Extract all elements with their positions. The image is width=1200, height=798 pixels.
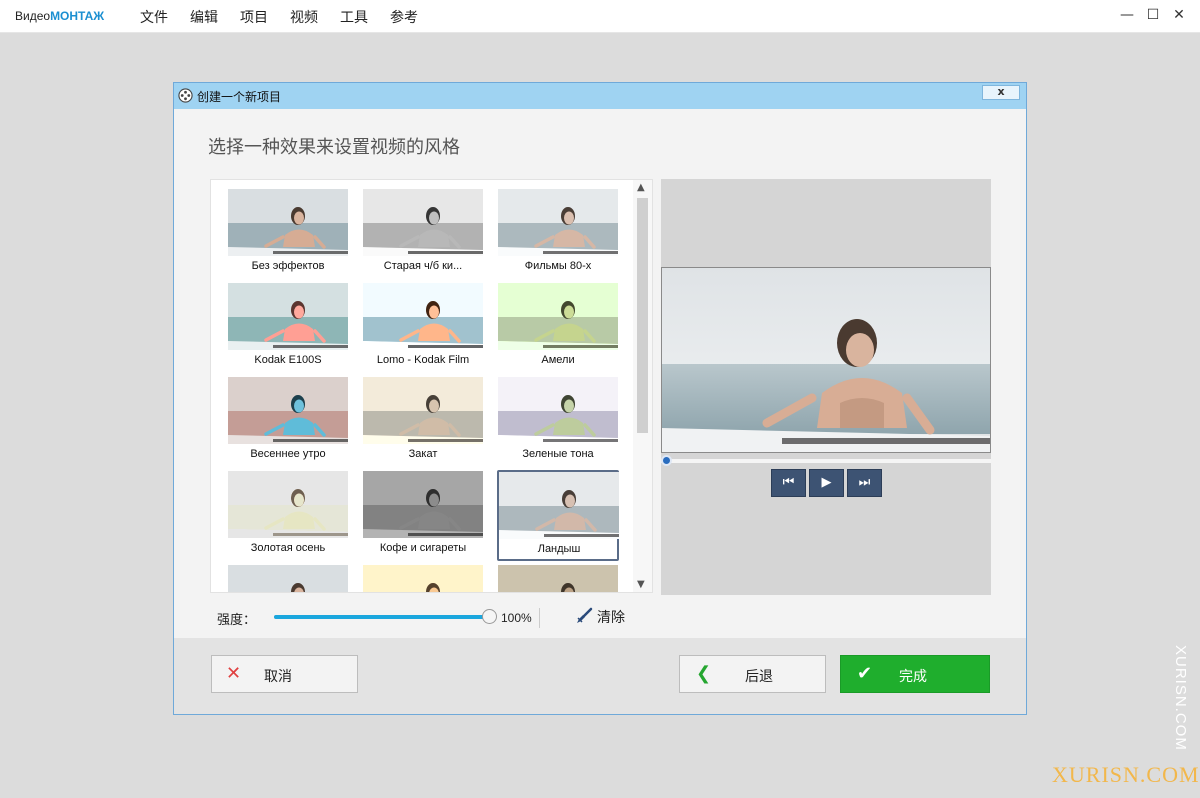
effect-label: Весеннее утро bbox=[250, 448, 326, 460]
watermark-horizontal: XURISN.COM bbox=[1052, 762, 1200, 787]
effect-tile[interactable]: Золотая осень bbox=[227, 470, 349, 561]
scroll-down-icon[interactable]: ▼ bbox=[637, 579, 645, 590]
seek-bar[interactable] bbox=[661, 459, 991, 463]
effect-tile[interactable]: Весеннее утро bbox=[227, 376, 349, 467]
menu-tools[interactable]: 工具 bbox=[340, 7, 368, 27]
effect-thumbnail bbox=[228, 565, 348, 592]
dialog-footer: ✕ 取消 ❮ 后退 ✔ 完成 bbox=[174, 638, 1026, 714]
effect-label: Kodak E100S bbox=[254, 354, 322, 366]
effect-label: Lomo - Kodak Film bbox=[376, 354, 470, 366]
effect-thumbnail bbox=[363, 377, 483, 444]
divider bbox=[539, 608, 540, 628]
menu-video[interactable]: 视频 bbox=[290, 7, 318, 27]
effect-thumbnail bbox=[498, 377, 618, 444]
effect-thumbnail bbox=[228, 189, 348, 256]
effect-label: Старая ч/б ки... bbox=[383, 260, 463, 272]
app-titlebar: ВидеоМОНТАЖ 文件 编辑 项目 视频 工具 参考 — ☐ ✕ bbox=[0, 0, 1200, 33]
page-title: 选择一种效果来设置视频的风格 bbox=[208, 137, 460, 158]
maximize-icon[interactable]: ☐ bbox=[1146, 8, 1160, 22]
effect-thumbnail bbox=[363, 283, 483, 350]
chevron-left-icon: ❮ bbox=[696, 663, 712, 684]
clear-button[interactable]: 清除 bbox=[575, 607, 625, 629]
effects-scrollbar[interactable]: ▲ ▼ bbox=[633, 180, 652, 592]
new-project-dialog: 创建一个新项目 x 选择一种效果来设置视频的风格 Без эффектов Ст… bbox=[173, 82, 1027, 715]
menu-edit[interactable]: 编辑 bbox=[190, 7, 218, 27]
dialog-title: 创建一个新项目 bbox=[197, 90, 282, 104]
effect-label: Зеленые тона bbox=[522, 448, 594, 460]
effect-tile[interactable]: Закат bbox=[362, 376, 484, 467]
strength-value: 100% bbox=[501, 611, 532, 625]
effect-tile[interactable]: Фильмы 80-х bbox=[497, 188, 619, 279]
effect-label: Золотая осень bbox=[250, 542, 326, 554]
effect-thumbnail bbox=[363, 189, 483, 256]
minimize-icon[interactable]: — bbox=[1120, 8, 1134, 22]
checkmark-icon: ✔ bbox=[857, 663, 873, 684]
effect-tile[interactable]: Амели bbox=[497, 282, 619, 373]
effect-label: Амели bbox=[541, 354, 575, 366]
seek-knob[interactable] bbox=[661, 455, 672, 466]
strength-slider-knob[interactable] bbox=[482, 609, 497, 624]
effect-tile[interactable]: Старая ч/б ки... bbox=[362, 188, 484, 279]
effect-thumbnail bbox=[228, 471, 348, 538]
effect-thumbnail bbox=[498, 565, 618, 592]
brush-icon bbox=[577, 607, 593, 623]
app-logo: ВидеоМОНТАЖ bbox=[15, 9, 104, 23]
effect-thumbnail bbox=[498, 283, 618, 350]
close-x-icon: ✕ bbox=[226, 663, 242, 684]
menu-file[interactable]: 文件 bbox=[140, 7, 168, 27]
next-icon[interactable]: ⏭ bbox=[847, 469, 882, 497]
close-icon[interactable]: ✕ bbox=[1172, 8, 1186, 22]
strength-fill bbox=[274, 615, 490, 619]
strength-label: 强度： bbox=[217, 613, 257, 628]
scroll-up-icon[interactable]: ▲ bbox=[637, 182, 645, 193]
cancel-button[interactable]: ✕ 取消 bbox=[211, 655, 358, 693]
effect-thumbnail bbox=[363, 565, 483, 592]
effect-tile[interactable]: Без эффектов bbox=[227, 188, 349, 279]
effect-thumbnail bbox=[228, 283, 348, 350]
finish-label: 完成 bbox=[899, 669, 927, 685]
effect-tile[interactable] bbox=[362, 564, 484, 592]
clear-label: 清除 bbox=[597, 610, 625, 626]
effect-tile[interactable]: Зеленые тона bbox=[497, 376, 619, 467]
logo-accent: МОНТАЖ bbox=[50, 9, 105, 23]
menu-project[interactable]: 项目 bbox=[240, 7, 268, 27]
back-button[interactable]: ❮ 后退 bbox=[679, 655, 826, 693]
effect-thumbnail bbox=[228, 377, 348, 444]
strength-slider[interactable] bbox=[274, 609, 497, 624]
effect-tile[interactable] bbox=[497, 564, 619, 592]
effect-tile[interactable] bbox=[227, 564, 349, 592]
effect-label: Фильмы 80-х bbox=[524, 260, 592, 272]
previous-icon[interactable]: ⏮ bbox=[771, 469, 806, 497]
play-icon[interactable]: ▶ bbox=[809, 469, 844, 497]
dialog-close-button[interactable]: x bbox=[982, 85, 1020, 100]
effect-thumbnail bbox=[499, 472, 619, 539]
effect-label: Кофе и сигареты bbox=[379, 542, 467, 554]
effect-tile[interactable]: Lomo - Kodak Film bbox=[362, 282, 484, 373]
effect-label: Ландыш bbox=[537, 543, 581, 555]
effect-tile[interactable]: Kodak E100S bbox=[227, 282, 349, 373]
effect-thumbnail bbox=[363, 471, 483, 538]
video-preview[interactable] bbox=[661, 267, 991, 453]
menu-reference[interactable]: 参考 bbox=[390, 7, 418, 27]
effect-tile[interactable]: Ландыш bbox=[497, 470, 619, 561]
back-label: 后退 bbox=[745, 669, 773, 685]
dialog-titlebar: 创建一个新项目 x bbox=[174, 83, 1026, 109]
effect-label: Без эффектов bbox=[251, 260, 325, 272]
preview-panel: ⏮ ▶ ⏭ bbox=[661, 179, 991, 595]
finish-button[interactable]: ✔ 完成 bbox=[840, 655, 990, 693]
watermark-vertical: XURISN.COM bbox=[1172, 645, 1189, 751]
effect-label: Закат bbox=[408, 448, 438, 460]
logo-prefix: Видео bbox=[15, 9, 51, 23]
effects-grid: Без эффектов Старая ч/б ки... Фильмы 80-… bbox=[210, 179, 653, 593]
film-reel-icon bbox=[178, 88, 193, 103]
effect-tile[interactable]: Кофе и сигареты bbox=[362, 470, 484, 561]
preview-image bbox=[662, 268, 990, 452]
effect-thumbnail bbox=[498, 189, 618, 256]
scroll-thumb[interactable] bbox=[637, 198, 648, 433]
cancel-label: 取消 bbox=[264, 669, 292, 685]
